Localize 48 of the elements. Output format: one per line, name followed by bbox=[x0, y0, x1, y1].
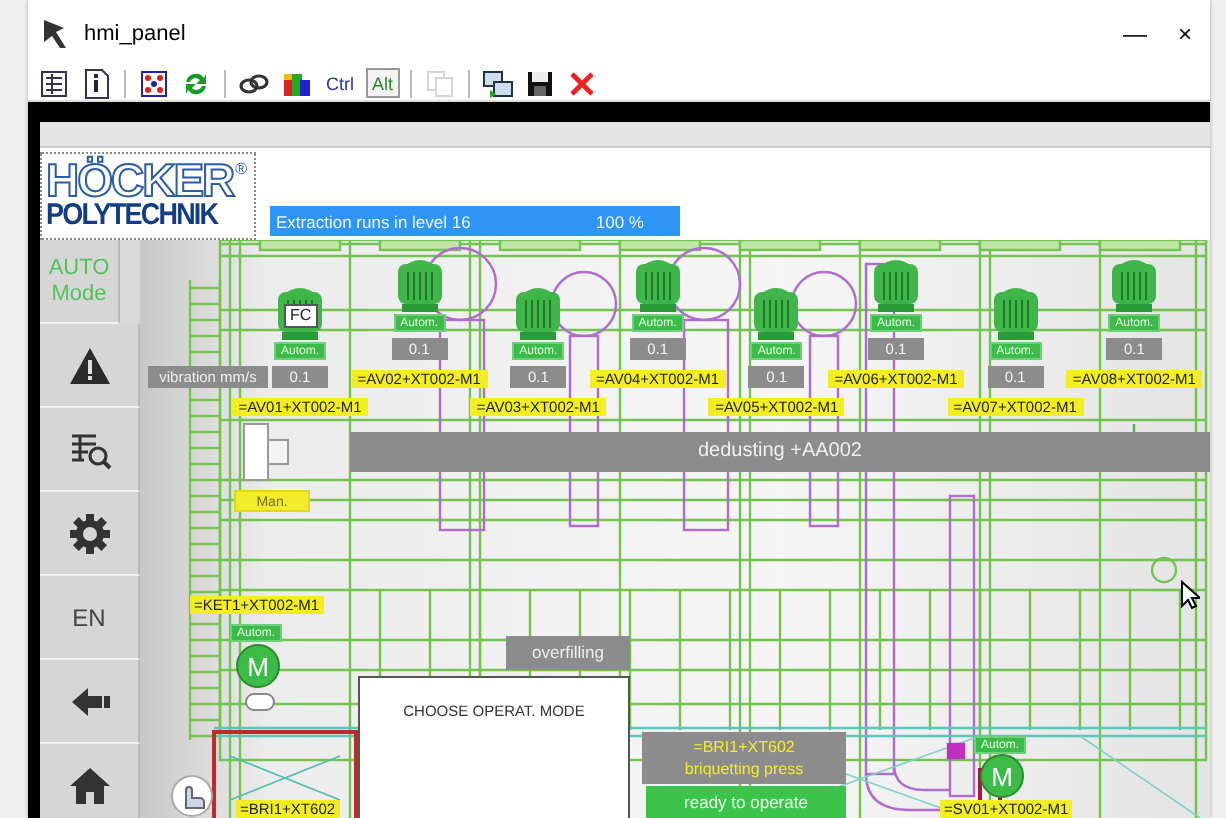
registered-mark: ® bbox=[235, 160, 248, 178]
cursor-icon bbox=[1180, 580, 1200, 610]
settings-button[interactable] bbox=[40, 492, 140, 576]
dots-square-button[interactable] bbox=[136, 65, 172, 101]
section-title-bar: dedusting +AA002 bbox=[350, 432, 1210, 472]
fan-icon bbox=[240, 420, 292, 484]
progress-label: Extraction runs in level 16 bbox=[276, 211, 473, 231]
modifier-key-button[interactable]: Ctrl bbox=[320, 68, 360, 98]
warning-button[interactable] bbox=[40, 324, 140, 408]
screen-icon bbox=[481, 67, 514, 99]
motor-icon bbox=[514, 284, 563, 340]
copy-icon bbox=[423, 67, 456, 99]
close-button[interactable]: × bbox=[1160, 19, 1210, 47]
properties-button[interactable] bbox=[36, 65, 72, 101]
motor-icon bbox=[872, 256, 920, 312]
language-button[interactable]: EN bbox=[40, 576, 140, 660]
motor-icon bbox=[633, 256, 682, 312]
minimize-button[interactable]: — bbox=[1110, 19, 1160, 47]
hand-pointer-icon bbox=[170, 774, 214, 818]
app-icon bbox=[40, 17, 68, 49]
motor-icon bbox=[395, 256, 444, 312]
modifier-key-button[interactable]: Alt bbox=[366, 68, 400, 98]
motor-symbol: M bbox=[980, 754, 1024, 798]
motor-icon bbox=[1110, 256, 1159, 312]
logo-text: HÖCKER bbox=[46, 160, 234, 200]
valve-icon bbox=[244, 692, 276, 712]
logo-text: POLYTECHNIK bbox=[46, 200, 221, 232]
properties-icon bbox=[38, 67, 70, 99]
settings-icon bbox=[67, 511, 111, 555]
ready-status: ready to operate bbox=[646, 786, 846, 818]
delete-icon bbox=[565, 67, 598, 99]
warning-icon bbox=[67, 343, 111, 387]
motor-icon bbox=[991, 284, 1040, 340]
motor-symbol: M bbox=[236, 644, 280, 688]
window-title: hmi_panel bbox=[84, 21, 188, 45]
home-icon bbox=[67, 763, 111, 807]
progress-reading: 100 % bbox=[595, 211, 644, 231]
save-icon bbox=[523, 67, 556, 99]
info-icon bbox=[80, 67, 112, 99]
overfilling-indicator: overfilling bbox=[506, 636, 630, 670]
back-arrow-button[interactable] bbox=[40, 660, 140, 744]
press-name: briquetting press bbox=[684, 758, 804, 780]
table-search-button[interactable] bbox=[40, 408, 140, 492]
press-id: =BRI1+XT602 bbox=[693, 736, 795, 758]
dots-square-icon bbox=[138, 67, 170, 99]
motor-tag: FC bbox=[284, 304, 318, 328]
motor-icon bbox=[752, 284, 801, 340]
screen-button[interactable] bbox=[479, 65, 516, 101]
